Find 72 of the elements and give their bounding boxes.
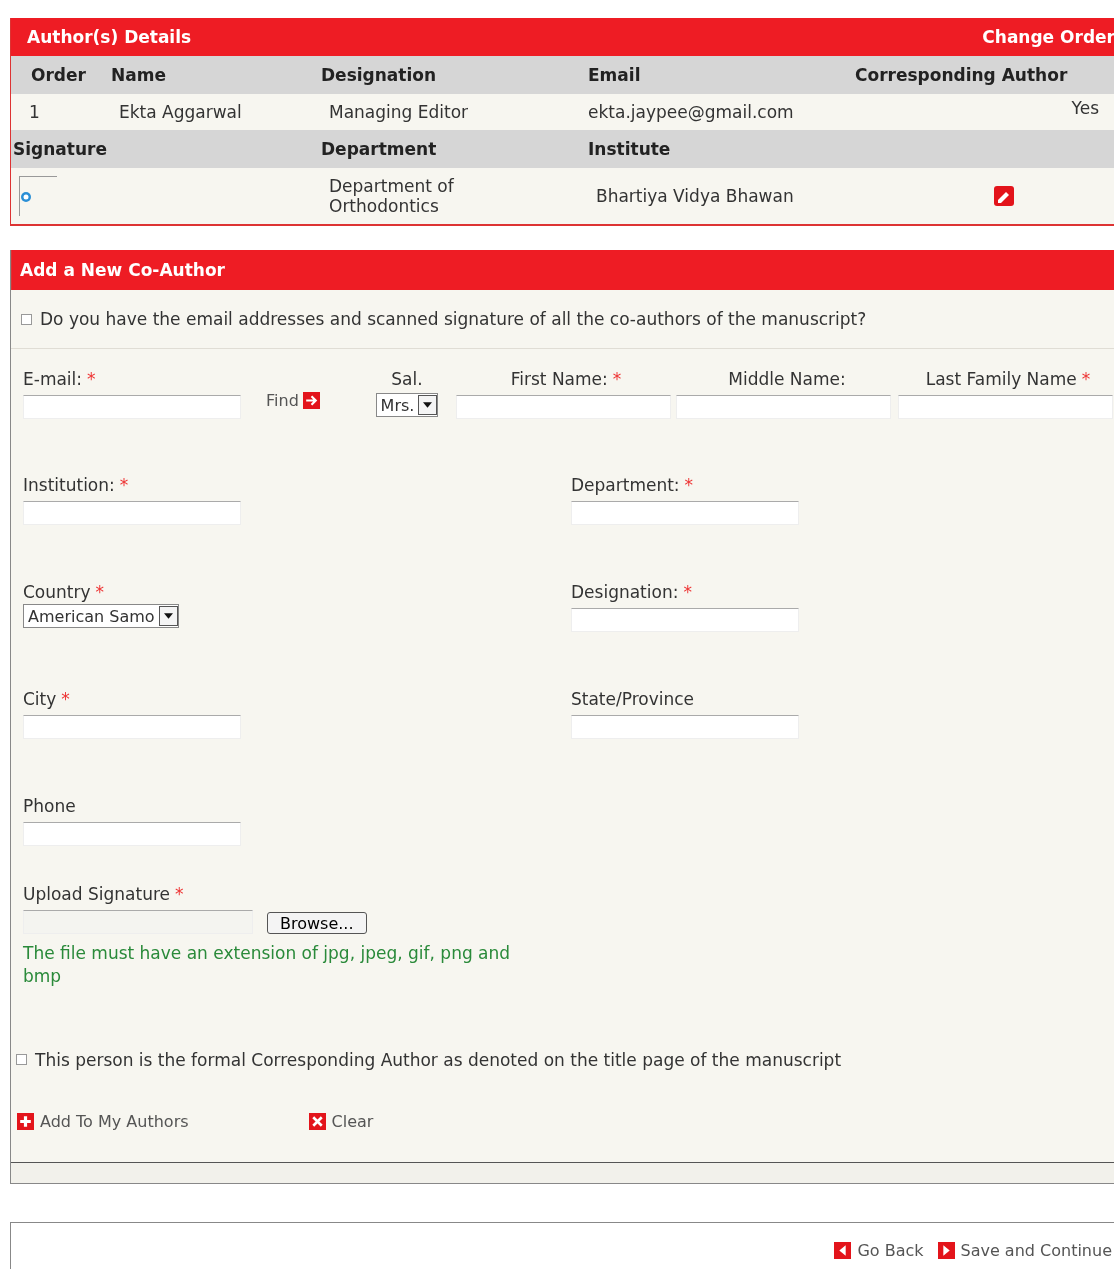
hint-text: The file must have an extension of jpg, jpeg, gif, png and bmp: [23, 942, 512, 988]
browse-button[interactable]: Browse...: [267, 912, 367, 934]
clear-button[interactable]: Clear: [308, 1112, 374, 1132]
text-field[interactable]: [571, 501, 799, 525]
email-field[interactable]: [23, 395, 241, 419]
table-cell-text: 1: [28, 102, 41, 122]
table-cell-text: Bhartiya Vidya Bhawan: [595, 186, 795, 206]
table-cell-text: Yes: [1071, 98, 1100, 118]
required-mark: *: [95, 582, 105, 602]
checkbox[interactable]: [16, 1054, 27, 1066]
required-mark: *: [683, 582, 692, 602]
caret-icon: [163, 613, 173, 619]
right-arrow-icon: [302, 392, 320, 409]
required-mark: *: [684, 475, 694, 495]
change-order-link[interactable]: Change Order: [982, 27, 1114, 47]
required-mark: *: [119, 475, 129, 495]
table-cell-text: Managing Editor: [328, 102, 470, 122]
table-cell-text: ekta.jaypee@gmail.com: [588, 102, 795, 122]
edit-button[interactable]: [993, 185, 1015, 207]
column-header: Signature: [12, 139, 108, 159]
column-header: Corresponding Author: [855, 65, 1069, 85]
checkbox-label: Do you have the email addresses and scanned signature of all the co-authors of the manuscript?: [40, 309, 867, 329]
column-header: Order: [30, 65, 87, 85]
field-label: Upload Signature: [23, 884, 170, 904]
required-mark: *: [1081, 369, 1091, 389]
text-field[interactable]: [23, 715, 241, 739]
table-cell-text: Ekta Aggarwal: [118, 102, 243, 122]
column-header: Department: [321, 139, 438, 159]
caret-icon: [423, 402, 433, 408]
required-mark: *: [61, 689, 70, 709]
dropdown[interactable]: Mrs.: [375, 393, 439, 417]
field-label: State/Province: [571, 689, 695, 709]
field-label: E-mail:: [23, 369, 83, 389]
column-header: Institute: [588, 139, 672, 159]
ring-icon: [20, 190, 32, 203]
find-button[interactable]: Find: [266, 391, 320, 410]
text-field[interactable]: [571, 715, 799, 739]
dropdown[interactable]: American Samo: [23, 604, 179, 628]
file-path-field[interactable]: [23, 910, 253, 934]
column-header: Designation: [321, 65, 438, 85]
checkbox[interactable]: [21, 313, 32, 325]
field-label: First Name:: [510, 369, 608, 389]
field-label: Designation:: [571, 582, 679, 602]
plus-icon: [17, 1113, 34, 1131]
text-field[interactable]: [23, 501, 241, 525]
section-title: Add a New Co-Author: [11, 250, 1114, 290]
field-label: Phone: [23, 796, 76, 816]
field-label: Sal.: [391, 369, 423, 389]
pencil-icon: [993, 185, 1015, 207]
required-mark: *: [612, 369, 622, 389]
go-back-button[interactable]: Go Back: [834, 1240, 924, 1260]
save-continue-button[interactable]: Save and Continue: [937, 1240, 1112, 1260]
text-field[interactable]: [456, 395, 671, 419]
text-field[interactable]: [571, 608, 799, 632]
section-title: Author(s) Details: [27, 27, 192, 47]
text-field[interactable]: [898, 395, 1113, 419]
field-label: Country: [23, 582, 91, 602]
field-label: Institution:: [23, 475, 115, 495]
add-author-button[interactable]: Add To My Authors: [17, 1112, 189, 1132]
field-label: Department:: [571, 475, 680, 495]
text-field[interactable]: [676, 395, 891, 419]
checkbox-label: This person is the formal Corresponding Author as denoted on the title page of the manuscript: [35, 1049, 842, 1070]
field-label: City: [23, 689, 57, 709]
text-field[interactable]: [23, 822, 241, 846]
field-label: Last Family Name: [925, 369, 1077, 389]
column-header: Name: [111, 65, 167, 85]
table-cell-text: Department of Orthodontics: [328, 175, 455, 217]
required-mark: *: [175, 884, 184, 904]
required-mark: *: [87, 369, 96, 389]
column-header: Email: [588, 65, 642, 85]
close-icon: [308, 1113, 326, 1131]
field-label: Middle Name:: [728, 369, 846, 389]
